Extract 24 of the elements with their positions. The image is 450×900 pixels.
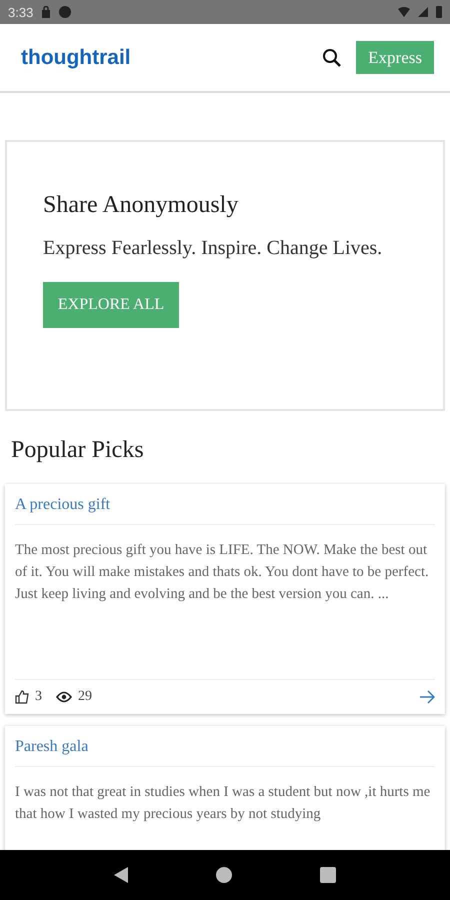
hero-title: Share Anonymously	[43, 192, 240, 219]
lock-icon	[41, 6, 52, 18]
express-button[interactable]: Express	[356, 41, 434, 74]
battery-icon	[436, 6, 442, 18]
view-count: 29	[78, 689, 92, 705]
arrow-right-icon[interactable]	[419, 690, 435, 704]
signal-icon	[418, 7, 428, 17]
explore-button[interactable]: EXPLORE ALL	[43, 282, 179, 328]
like-count: 3	[35, 689, 42, 705]
wifi-icon	[398, 7, 410, 17]
app-logo: thoughtrail	[21, 46, 132, 70]
post-excerpt: The most precious gift you have is LIFE. The NOW. Make the best out of it. You will make mistakes and thats ok. You dont have to be perfect. Just keep living and evolving and be the best version you can. ...	[15, 541, 430, 604]
home-icon[interactable]	[216, 867, 232, 883]
post-title[interactable]: A precious gift	[15, 484, 435, 525]
back-icon[interactable]	[114, 867, 128, 883]
post-title[interactable]: Paresh gala	[15, 726, 435, 767]
section-title: Popular Picks	[11, 437, 145, 464]
search-icon[interactable]	[322, 48, 342, 68]
thumbs-up-icon[interactable]	[15, 690, 29, 704]
post-excerpt: I was not that great in studies when I was a student but now ,it hurts me that how I wasted my precious years by not studying	[15, 783, 432, 824]
hero-subtitle: Express Fearlessly. Inspire. Change Lives.	[43, 237, 384, 260]
status-time: 3:33	[8, 4, 34, 20]
circle-icon	[59, 6, 72, 18]
eye-icon	[56, 691, 72, 703]
